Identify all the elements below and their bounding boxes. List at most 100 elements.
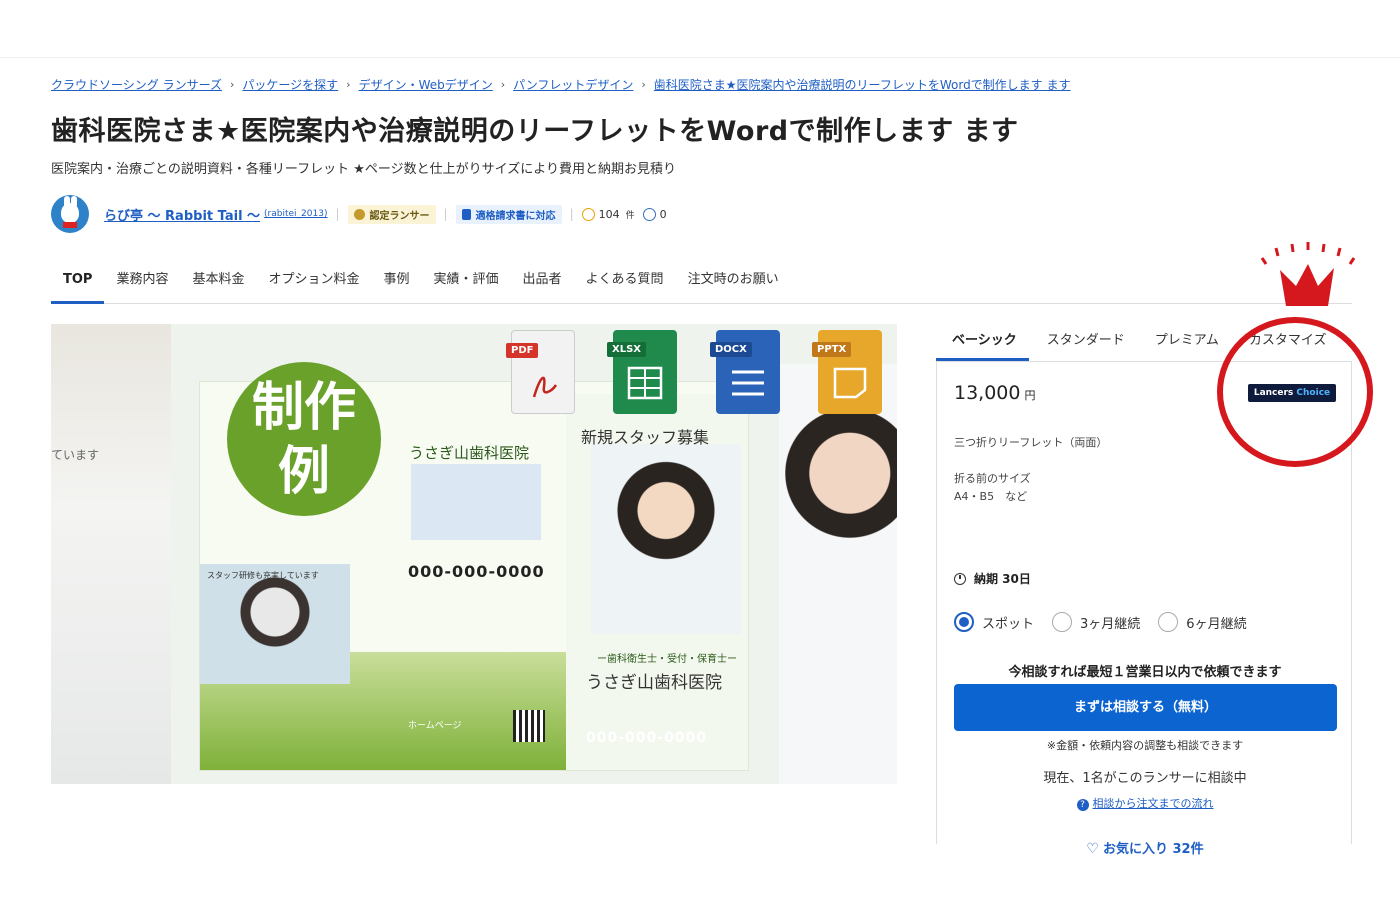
- breadcrumb-item-pamphlet[interactable]: パンフレットデザイン: [513, 76, 633, 93]
- map-illustration: [411, 464, 541, 540]
- radio-6-months-label: 6ヶ月継続: [1186, 616, 1247, 632]
- homepage-label: ホームページ: [408, 721, 462, 731]
- consult-note: 今相談すれば最短１営業日以内で依頼できます: [1008, 665, 1282, 680]
- clinic-name-right: うさぎ山歯科医院: [586, 673, 722, 693]
- qr-code: [513, 710, 545, 742]
- contract-type-radios: スポット 3ヶ月継続 6ヶ月継続: [954, 612, 1265, 632]
- rabbit-face: [61, 203, 79, 223]
- seller-info: らび亭 〜 Rabbit Tail 〜 (rabitei_2013) | 認定ラ…: [51, 194, 667, 234]
- chevron-right-icon: ›: [500, 78, 506, 91]
- question-icon: ?: [1076, 799, 1089, 811]
- docx-file-label: DOCX: [710, 342, 752, 357]
- hero-image[interactable]: ています 制作 例 うさぎ山歯科医院 新規スタッフ募集 000-000-0000…: [51, 324, 897, 784]
- certified-badge-label: 認定ランサー: [369, 210, 430, 222]
- slide-glyph-icon: [833, 367, 867, 399]
- radio-unchecked-icon[interactable]: [1158, 612, 1179, 632]
- plan-tab-standard[interactable]: スタンダード: [1047, 322, 1137, 361]
- delivery-period: 納期 30日: [954, 570, 1031, 587]
- breadcrumb-item-home[interactable]: クラウドソーシング ランサーズ: [51, 76, 222, 93]
- radio-spot[interactable]: スポット: [954, 612, 1034, 632]
- tab-seller[interactable]: 出品者: [511, 258, 574, 304]
- circle-text-line2: 例: [277, 442, 330, 502]
- flow-link[interactable]: ? 相談から注文までの流れ: [937, 795, 1353, 811]
- section-tabs: TOP 業務内容 基本料金 オプション料金 事例 実績・評価 出品者 よくある質…: [51, 258, 1352, 304]
- breadcrumb-item-current[interactable]: 歯科医院さま★医院案内や治療説明のリーフレットをWordで制作します ます: [654, 76, 1071, 93]
- plan-price: 13,000 円: [954, 382, 1035, 404]
- radio-3-months-label: 3ヶ月継続: [1080, 616, 1141, 632]
- crown-icon: [1260, 242, 1356, 306]
- divider: |: [335, 207, 340, 221]
- favorite-label: お気に入り 32件: [1102, 842, 1204, 857]
- consult-button[interactable]: まずは相談する（無料）: [954, 684, 1337, 731]
- good-count: 104: [598, 207, 620, 221]
- tab-base-price[interactable]: 基本料金: [180, 258, 256, 304]
- circle-text-line1: 制作: [251, 378, 356, 438]
- left-fragment-text: ています: [51, 448, 100, 462]
- xlsx-file-icon: XLSX: [607, 330, 677, 414]
- tab-reviews[interactable]: 実績・評価: [422, 258, 511, 304]
- phone-right: 000-000-0000: [586, 730, 708, 746]
- radio-checked-icon[interactable]: [954, 612, 974, 632]
- frown-icon: [642, 207, 656, 221]
- annotation-red-circle: [1217, 317, 1373, 467]
- recruit-text: 新規スタッフ募集: [581, 428, 710, 447]
- breadcrumb-item-packages[interactable]: パッケージを探す: [242, 76, 338, 93]
- model-photo-right: [779, 364, 897, 784]
- tab-top[interactable]: TOP: [51, 258, 105, 304]
- clinic-name-left: うさぎ山歯科医院: [409, 444, 530, 462]
- good-unit: 件: [625, 210, 635, 221]
- breadcrumb-item-design[interactable]: デザイン・Webデザイン: [359, 76, 493, 93]
- size-label: 折る前のサイズ: [954, 472, 1031, 485]
- document-glyph-icon: [732, 370, 764, 396]
- shield-check-icon: [353, 208, 365, 220]
- radio-unchecked-icon[interactable]: [1052, 612, 1073, 632]
- invoice-badge: 適格請求書に対応: [455, 204, 562, 224]
- tab-examples[interactable]: 事例: [372, 258, 422, 304]
- certified-badge: 認定ランサー: [347, 204, 436, 224]
- consulting-now-text: 現在、1名がこのランサーに相談中: [1043, 771, 1247, 786]
- bad-count: 0: [659, 207, 667, 221]
- delivery-text: 納期 30日: [974, 572, 1031, 586]
- plan-tab-premium[interactable]: プレミアム: [1155, 322, 1231, 361]
- avatar[interactable]: [51, 195, 89, 233]
- price-value: 13,000: [954, 382, 1021, 404]
- stopwatch-icon: [954, 572, 966, 585]
- sample-circle: 制作 例: [227, 362, 381, 516]
- favorite-button[interactable]: ♡ お気に入り 32件: [937, 838, 1353, 857]
- size-value: A4・B5 など: [954, 490, 1028, 503]
- tab-order-notes[interactable]: 注文時のお願い: [676, 258, 791, 304]
- radio-3-months[interactable]: 3ヶ月継続: [1052, 612, 1140, 632]
- seller-name-link[interactable]: らび亭 〜 Rabbit Tail 〜: [104, 205, 260, 224]
- tab-business[interactable]: 業務内容: [104, 258, 180, 304]
- tab-option-price[interactable]: オプション料金: [256, 258, 371, 304]
- consult-subnote: ※金額・依頼内容の調整も相談できます: [1046, 739, 1244, 752]
- tab-faq[interactable]: よくある質問: [574, 258, 676, 304]
- plan-tab-basic[interactable]: ベーシック: [936, 322, 1029, 361]
- chevron-right-icon: ›: [229, 78, 235, 91]
- invoice-badge-label: 適格請求書に対応: [475, 210, 556, 222]
- radio-6-months[interactable]: 6ヶ月継続: [1158, 612, 1247, 632]
- rating-bad: 0: [642, 207, 667, 221]
- smile-icon: [581, 207, 595, 221]
- page-subtitle: 医院案内・治療ごとの説明資料・各種リーフレット ★ページ数と仕上がりサイズにより…: [51, 162, 676, 177]
- pptx-file-label: PPTX: [812, 342, 852, 357]
- spreadsheet-glyph-icon: [627, 366, 663, 400]
- top-header-band: [0, 0, 1400, 58]
- docx-file-icon: DOCX: [710, 330, 780, 414]
- divider: |: [443, 207, 448, 221]
- flow-link-label[interactable]: 相談から注文までの流れ: [1093, 797, 1214, 810]
- chevron-right-icon: ›: [641, 78, 646, 91]
- chevron-right-icon: ›: [346, 78, 351, 91]
- seller-id-link[interactable]: (rabitei_2013): [264, 209, 327, 219]
- plan-description: 三つ折りリーフレット（両面）: [954, 436, 1108, 449]
- staff-caption: スタッフ研修も充実しています: [207, 571, 319, 580]
- acrobat-glyph-icon: [532, 376, 558, 398]
- model-photo-center: [591, 444, 741, 634]
- heart-icon: ♡: [1086, 841, 1099, 857]
- page-title: 歯科医院さま★医院案内や治療説明のリーフレットをWordで制作します ます: [51, 116, 1019, 147]
- bow: [63, 222, 77, 228]
- pdf-file-icon: PDF: [506, 330, 575, 414]
- xlsx-file-label: XLSX: [607, 342, 646, 357]
- staff-photo: [200, 564, 350, 684]
- breadcrumb: クラウドソーシング ランサーズ › パッケージを探す › デザイン・Webデザイ…: [51, 76, 1071, 93]
